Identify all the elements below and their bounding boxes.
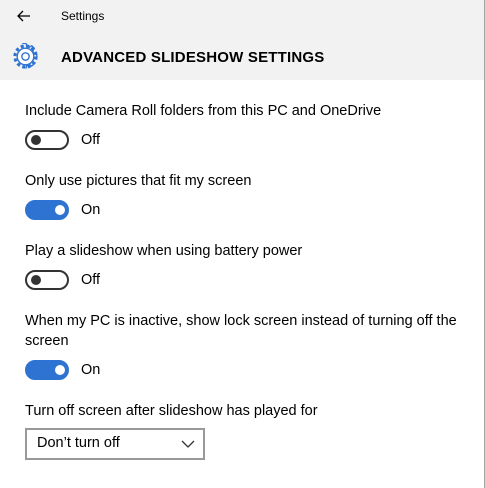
window-title: Settings [61, 9, 105, 23]
settings-window: Settings ADVANCED SLIDESHOW SETTINGS Inc… [0, 0, 485, 488]
lock-screen-label: When my PC is inactive, show lock screen… [25, 313, 457, 349]
page-header: ADVANCED SLIDESHOW SETTINGS [0, 32, 484, 80]
camera-roll-toggle[interactable] [25, 130, 69, 150]
back-arrow-icon [17, 10, 30, 22]
toggle-knob [55, 205, 65, 215]
title-bar: Settings [0, 0, 484, 32]
toggle-knob [55, 365, 65, 375]
toggle-knob [31, 135, 41, 145]
chevron-down-icon [181, 440, 195, 448]
battery-power-label: Play a slideshow when using battery powe… [25, 243, 303, 259]
screen-off-dropdown[interactable]: Don’t turn off [25, 428, 205, 460]
camera-roll-state: Off [81, 132, 101, 148]
fit-screen-toggle[interactable] [25, 200, 69, 220]
dropdown-value: Don’t turn off [37, 435, 120, 451]
lock-screen-state: On [81, 362, 101, 378]
fit-screen-state: On [81, 202, 101, 218]
screen-off-label: Turn off screen after slideshow has play… [25, 403, 318, 419]
toggle-knob [31, 275, 41, 285]
battery-power-toggle[interactable] [25, 270, 69, 290]
back-button[interactable] [8, 4, 40, 28]
lock-screen-toggle[interactable] [25, 360, 69, 380]
camera-roll-label: Include Camera Roll folders from this PC… [25, 103, 382, 119]
page-title: ADVANCED SLIDESHOW SETTINGS [61, 49, 325, 66]
fit-screen-label: Only use pictures that fit my screen [25, 173, 252, 189]
gear-icon [13, 43, 38, 69]
battery-power-state: Off [81, 272, 101, 288]
